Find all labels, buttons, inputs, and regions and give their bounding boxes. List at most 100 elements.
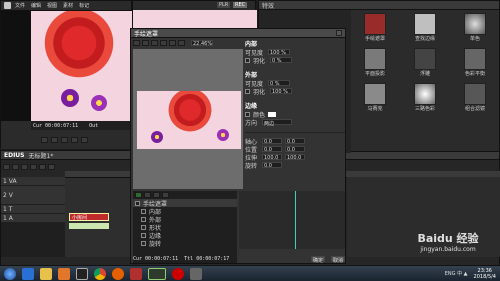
player-transport xyxy=(1,130,133,149)
zoom-level-field[interactable]: 22.46% xyxy=(191,40,213,47)
loop-button[interactable] xyxy=(81,136,88,143)
section-edge: 边缘 颜色 方向 两边 xyxy=(245,101,345,127)
hand-tool-icon[interactable] xyxy=(169,40,176,46)
effect-item[interactable]: 浮雕 xyxy=(405,48,445,77)
start-button-icon[interactable] xyxy=(4,267,16,280)
ok-button[interactable]: 确定 xyxy=(310,256,325,264)
edius-logo-icon xyxy=(4,2,11,9)
app-icon[interactable] xyxy=(130,267,142,280)
explorer-icon[interactable] xyxy=(40,267,52,280)
mask-canvas[interactable] xyxy=(133,49,243,189)
clock[interactable]: 23:36 2018/5/4 xyxy=(474,268,500,280)
chrome-icon[interactable] xyxy=(94,267,106,280)
mask-dialog-footer: Cur 00:00:07:11 Ttl 00:00:07:17 确定 取消 xyxy=(133,255,345,264)
new-sequence-icon[interactable] xyxy=(3,164,10,170)
effect-item[interactable]: 色彩平衡 xyxy=(455,48,495,77)
player-preview xyxy=(31,11,133,121)
direction-select[interactable]: 两边 xyxy=(262,119,292,127)
effects-grid: 手绘遮罩 查找边缘 单色 平面投影 浮雕 色彩平衡 马赛克 三路色彩 组合滤镜 xyxy=(355,13,499,112)
stop-button[interactable] xyxy=(51,136,58,143)
prev-frame-button[interactable] xyxy=(61,136,68,143)
track-header[interactable]: 1 T xyxy=(1,205,65,213)
color-checkbox[interactable] xyxy=(245,111,250,117)
effect-item[interactable]: 马赛克 xyxy=(355,83,395,112)
open-icon[interactable] xyxy=(12,164,19,170)
plr-badge[interactable]: PLR xyxy=(217,2,231,8)
red-papercut xyxy=(39,11,119,83)
feather-field[interactable]: 0 % xyxy=(270,57,292,64)
screenshot-icon[interactable] xyxy=(190,267,202,280)
feather-checkbox[interactable] xyxy=(245,57,250,63)
dialog-total-timecode: Ttl 00:00:07:17 xyxy=(184,256,230,262)
out-label: Out xyxy=(89,122,99,129)
effect-item[interactable]: 平面投影 xyxy=(355,48,395,77)
track-header[interactable]: 1 A xyxy=(1,214,65,222)
keyframe-add-icon[interactable] xyxy=(153,192,160,198)
effect-item[interactable]: 查找边缘 xyxy=(405,13,445,42)
rectangle-tool-icon[interactable] xyxy=(142,40,149,46)
media-icon[interactable] xyxy=(58,267,70,280)
pen-tool-icon[interactable] xyxy=(160,40,167,46)
effect-item[interactable]: 三路色彩 xyxy=(405,83,445,112)
mask-dialog: 手绘遮罩 22.46% 内部 可见度 100 % 羽化 0 % 外部 可见度 0 % … xyxy=(130,28,346,264)
purple-flower xyxy=(91,95,107,111)
mask-keyframe-track[interactable] xyxy=(239,191,345,249)
feather-checkbox[interactable] xyxy=(245,88,250,94)
visibility-field[interactable]: 0 % xyxy=(268,80,290,87)
mask-toolbar: 22.46% xyxy=(133,39,231,47)
keyframe-prev-icon[interactable] xyxy=(144,192,151,198)
keyframe-next-icon[interactable] xyxy=(162,192,169,198)
zoom-tool-icon[interactable] xyxy=(178,40,185,46)
record-icon[interactable] xyxy=(172,267,184,280)
pivot-x-field[interactable]: 0.0 xyxy=(262,138,282,145)
effect-item[interactable]: 手绘遮罩 xyxy=(355,13,395,42)
layer-item[interactable]: 旋转 xyxy=(133,239,237,248)
edius-taskbar-icon[interactable] xyxy=(148,267,166,280)
stretch-x-field[interactable]: 100.0 xyxy=(262,154,282,161)
timeline-clip[interactable]: 小房间 xyxy=(69,213,109,221)
feather-field[interactable]: 100 % xyxy=(270,88,292,95)
playhead[interactable] xyxy=(295,191,296,249)
purple-flower xyxy=(61,89,79,107)
play-button[interactable] xyxy=(41,136,48,143)
player-menubar: 文件 编辑 视图 素材 标记 xyxy=(1,1,131,11)
timeline-clip-audio[interactable] xyxy=(69,223,109,229)
purple-flower xyxy=(151,131,163,143)
player-side xyxy=(1,11,31,121)
effect-thumb-icon xyxy=(364,13,386,35)
effect-item[interactable]: 组合滤镜 xyxy=(455,83,495,112)
tray-text[interactable]: ENG 中 ▲ xyxy=(445,270,468,277)
mask-dialog-titlebar: 手绘遮罩 xyxy=(131,29,345,38)
redo-icon[interactable] xyxy=(39,164,46,170)
qq-icon[interactable] xyxy=(76,267,88,280)
play-icon[interactable] xyxy=(135,192,142,198)
next-frame-button[interactable] xyxy=(71,136,78,143)
pivot-y-field[interactable]: 0.0 xyxy=(285,138,305,145)
stretch-y-field[interactable]: 100.0 xyxy=(285,154,305,161)
effects-title: 特效 xyxy=(262,2,275,10)
close-icon[interactable] xyxy=(336,30,342,36)
cancel-button[interactable]: 取消 xyxy=(330,256,345,264)
effect-thumb-icon xyxy=(464,13,486,35)
section-outer: 外部 可见度 0 % 羽化 100 % xyxy=(245,70,345,96)
color-swatch[interactable] xyxy=(268,111,277,117)
track-header[interactable]: 2 V xyxy=(1,186,65,204)
track-header[interactable]: 1 VA xyxy=(1,177,65,185)
position-x-field[interactable]: 0.0 xyxy=(262,146,282,153)
app-name: EDIUS xyxy=(4,151,25,159)
mask-properties: 内部 可见度 100 % 羽化 0 % 外部 可见度 0 % 羽化 100 % 边缘 颜… xyxy=(245,39,345,189)
position-y-field[interactable]: 0.0 xyxy=(285,146,305,153)
ie-icon[interactable] xyxy=(22,267,34,280)
ellipse-tool-icon[interactable] xyxy=(151,40,158,46)
main-menu[interactable]: 文件 编辑 视图 素材 标记 xyxy=(15,2,95,9)
save-icon[interactable] xyxy=(21,164,28,170)
effect-item[interactable]: 单色 xyxy=(455,13,495,42)
transform-params: 轴心 0.0 0.0 位置 0.0 0.0 拉伸 100.0 100.0 旋转 0.0 xyxy=(245,132,345,170)
firefox-icon[interactable] xyxy=(112,267,124,280)
undo-icon[interactable] xyxy=(30,164,37,170)
rec-badge[interactable]: REC xyxy=(233,2,248,8)
visibility-field[interactable]: 100 % xyxy=(268,49,290,56)
cut-icon[interactable] xyxy=(48,164,55,170)
rotation-field[interactable]: 0.0 xyxy=(262,162,282,169)
select-tool-icon[interactable] xyxy=(133,40,140,46)
